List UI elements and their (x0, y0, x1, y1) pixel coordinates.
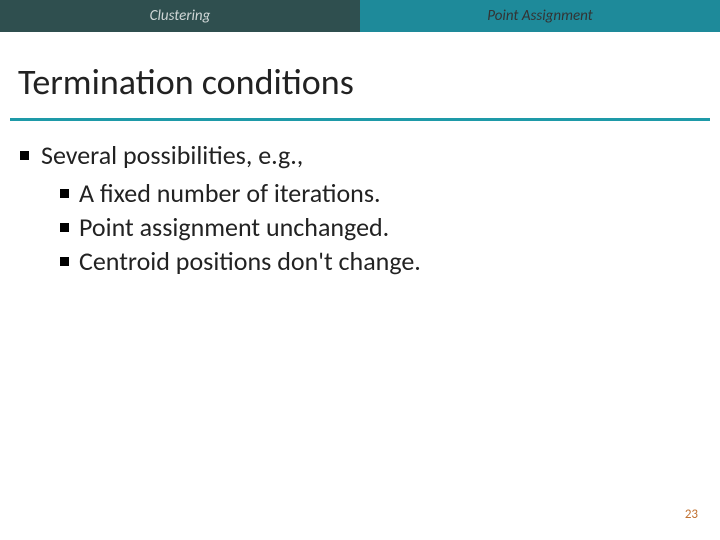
sub-bullet-item: Point assignment unchanged. (60, 211, 700, 243)
content-area: Several possibilities, e.g., A fixed num… (0, 121, 720, 277)
square-bullet-icon (60, 257, 69, 266)
square-bullet-icon (60, 189, 69, 198)
tab-clustering: Clustering (0, 0, 360, 32)
bullet-item: Several possibilities, e.g., (20, 139, 700, 171)
sub-bullet-text: Point assignment unchanged. (79, 211, 389, 243)
sub-bullet-text: A fixed number of iterations. (79, 177, 381, 209)
tab-bar: Clustering Point Assignment (0, 0, 720, 32)
sub-bullet-item: A fixed number of iterations. (60, 177, 700, 209)
title-section: Termination conditions (0, 32, 720, 112)
sub-bullet-item: Centroid positions don't change. (60, 245, 700, 277)
square-bullet-icon (60, 223, 69, 232)
bullet-text: Several possibilities, e.g., (41, 139, 303, 171)
tab-point-assignment: Point Assignment (360, 0, 720, 32)
slide-title: Termination conditions (18, 60, 702, 104)
page-number: 23 (685, 507, 698, 522)
square-bullet-icon (20, 151, 29, 160)
sub-list: A fixed number of iterations. Point assi… (20, 177, 700, 277)
sub-bullet-text: Centroid positions don't change. (79, 245, 421, 277)
